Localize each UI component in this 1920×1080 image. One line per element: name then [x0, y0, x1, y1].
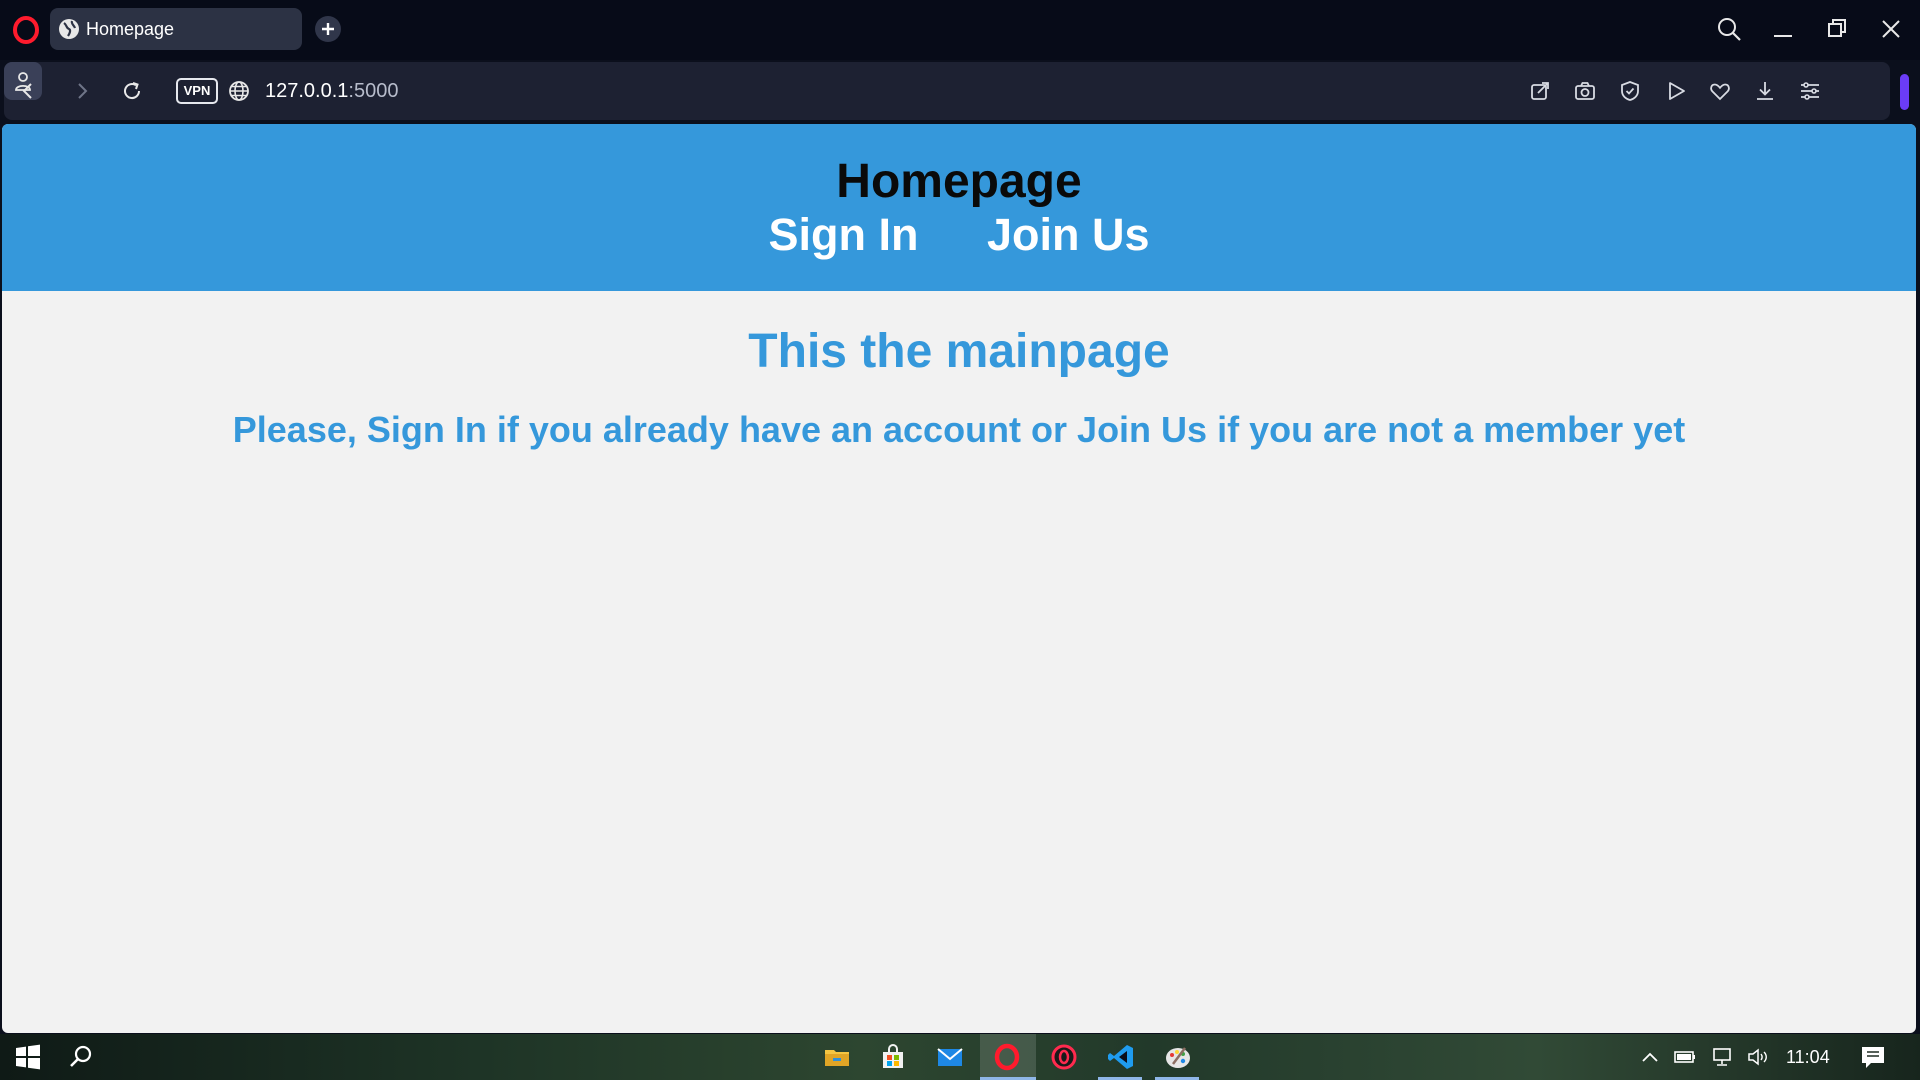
chevron-up-icon[interactable]: [1638, 1046, 1662, 1068]
heart-bookmark-icon[interactable]: [1706, 77, 1734, 105]
forward-arrow-icon[interactable]: [68, 77, 96, 105]
shield-icon[interactable]: [1616, 77, 1644, 105]
volume-icon[interactable]: [1746, 1046, 1770, 1068]
user-icon: [15, 72, 31, 91]
site-nav: Sign In Join Us: [2, 209, 1916, 261]
search-icon[interactable]: [66, 1042, 96, 1072]
tab-homepage[interactable]: Homepage: [50, 8, 302, 50]
close-icon[interactable]: [1876, 14, 1906, 44]
tab-title: Homepage: [86, 19, 175, 39]
sign-in-link[interactable]: Sign In: [769, 209, 919, 261]
battery-icon[interactable]: [1673, 1046, 1697, 1068]
mail-icon[interactable]: [935, 1042, 965, 1072]
paint-icon[interactable]: [1163, 1042, 1193, 1072]
vpn-badge[interactable]: VPN: [176, 78, 218, 104]
snapshot-camera-icon[interactable]: [1571, 77, 1599, 105]
file-explorer-icon[interactable]: [822, 1042, 852, 1072]
search-tabs-icon[interactable]: [1714, 14, 1744, 44]
main-heading: This the mainpage: [748, 325, 1170, 378]
address-bar-url[interactable]: 127.0.0.1:5000: [265, 79, 398, 103]
opera-icon[interactable]: [992, 1042, 1022, 1072]
network-icon[interactable]: [1710, 1046, 1734, 1068]
plus-icon: [322, 23, 334, 35]
flow-send-icon[interactable]: [1662, 77, 1690, 105]
site-info-globe-icon[interactable]: [226, 78, 252, 104]
site-header: Homepage Sign In Join Us: [2, 124, 1916, 291]
browser-toolbar: VPN 127.0.0.1:5000: [4, 62, 1890, 120]
minimize-icon[interactable]: [1768, 14, 1798, 44]
opera-logo-icon[interactable]: [12, 16, 40, 44]
page-viewport: Homepage Sign In Join Us This the mainpa…: [2, 124, 1916, 1033]
browser-titlebar: Homepage: [0, 0, 1920, 60]
main-message: Please, Sign In if you already have an a…: [232, 409, 1686, 450]
url-port: :5000: [348, 80, 399, 102]
taskbar-clock[interactable]: 11:04: [1786, 1046, 1830, 1068]
url-host: 127.0.0.1: [265, 80, 349, 102]
sidebar-toggle[interactable]: [1900, 74, 1909, 110]
share-page-icon[interactable]: [1526, 77, 1554, 105]
restore-icon[interactable]: [1822, 14, 1852, 44]
opera-gx-icon[interactable]: [1049, 1042, 1079, 1072]
notifications-icon[interactable]: [1858, 1042, 1888, 1072]
download-icon[interactable]: [1751, 77, 1779, 105]
reload-icon[interactable]: [118, 77, 146, 105]
windows-taskbar: 11:04: [0, 1034, 1920, 1080]
page-title: Homepage: [836, 155, 1082, 208]
easy-setup-icon[interactable]: [1796, 77, 1824, 105]
join-us-link[interactable]: Join Us: [987, 209, 1150, 261]
windows-start-icon[interactable]: [13, 1042, 43, 1072]
new-tab-button[interactable]: [315, 16, 341, 42]
globe-favicon-icon: [59, 19, 79, 39]
vscode-icon[interactable]: [1106, 1042, 1136, 1072]
store-icon[interactable]: [878, 1042, 908, 1072]
